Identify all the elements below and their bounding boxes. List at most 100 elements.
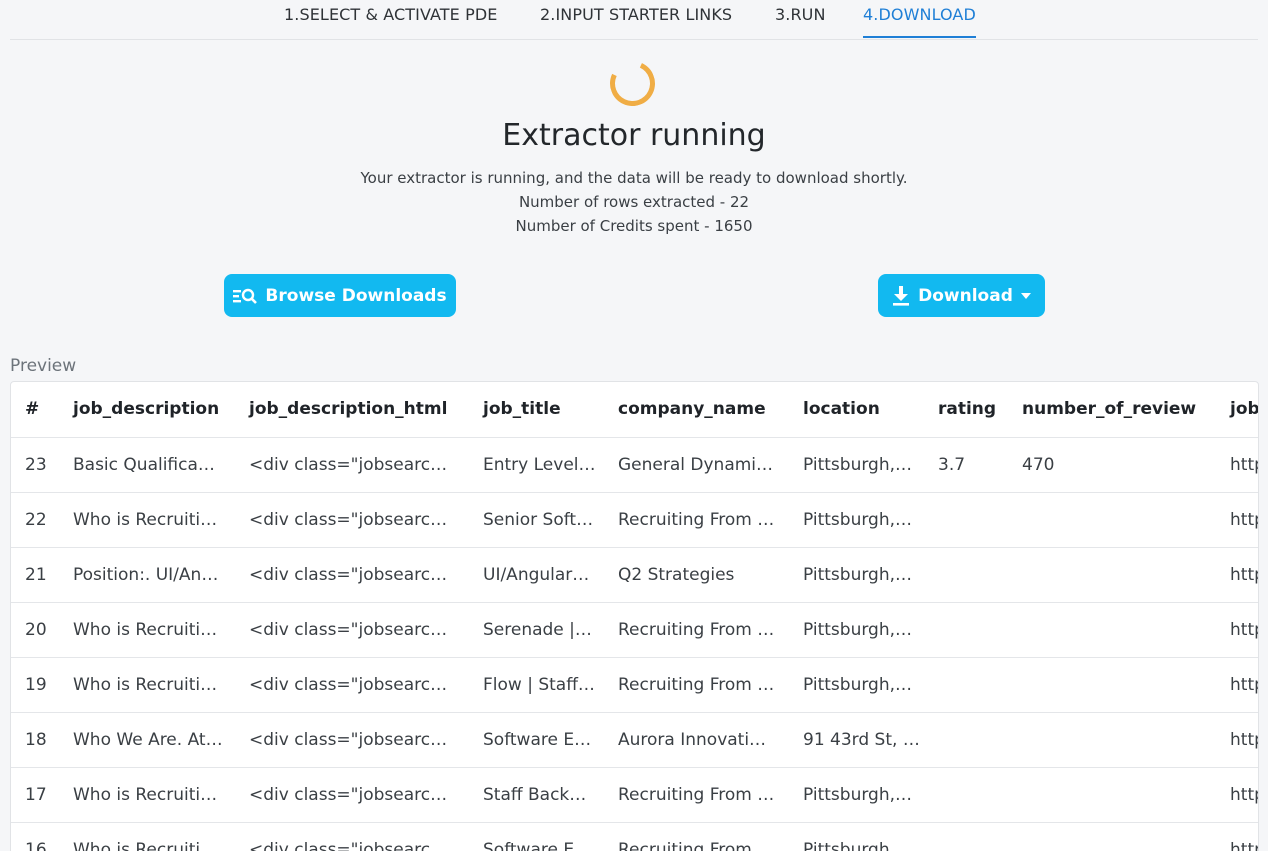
table-row[interactable]: 22 Who is Recruiti… <div class="jobsearc… S… — [11, 491, 1258, 547]
table-cell: 17 — [11, 766, 59, 822]
rows-extracted-text: Number of rows extracted - 22 — [518, 193, 750, 211]
download-button[interactable]: Download — [878, 274, 1045, 317]
table-cell: Pittsburgh,… — [789, 821, 924, 851]
table-cell: http — [1216, 766, 1258, 822]
table-cell: 16 — [11, 821, 59, 851]
table-cell: 91 43rd St, … — [789, 711, 924, 767]
table-cell — [924, 546, 1008, 602]
table-cell: http — [1216, 491, 1258, 547]
table-cell: Recruiting From … — [604, 601, 789, 657]
table-cell: <div class="jobsearc… — [235, 436, 469, 492]
page: 1.SELECT & ACTIVATE PDE 2.INPUT STARTER … — [0, 0, 1268, 851]
table-cell: Software E… — [469, 711, 604, 767]
list-search-icon — [233, 287, 258, 305]
table-cell — [1008, 766, 1216, 822]
table-cell — [1008, 711, 1216, 767]
table-cell: Flow | Staff… — [469, 656, 604, 712]
wizard-steps: 1.SELECT & ACTIVATE PDE 2.INPUT STARTER … — [10, 0, 1258, 40]
table-cell: 3.7 — [924, 436, 1008, 492]
download-icon — [892, 285, 910, 306]
column-header: number_of_review — [1022, 399, 1197, 420]
table-cell: <div class="jobsearc… — [235, 491, 469, 547]
table-cell: Q2 Strategies — [604, 546, 789, 602]
table-cell: UI/Angular… — [469, 546, 604, 602]
table-cell: <div class="jobsearc… — [235, 656, 469, 712]
column-header: job — [1230, 399, 1259, 420]
table-cell: 20 — [11, 601, 59, 657]
table-cell: Recruiting From … — [604, 821, 789, 851]
table-cell: 19 — [11, 656, 59, 712]
table-cell: Pittsburgh,… — [789, 436, 924, 492]
table-cell: 22 — [11, 491, 59, 547]
column-header: job_description — [73, 399, 220, 420]
table-cell — [1008, 546, 1216, 602]
table-cell: Pittsburgh,… — [789, 491, 924, 547]
table-cell — [1008, 821, 1216, 851]
table-cell: Who is Recruiti… — [59, 491, 235, 547]
table-cell: Basic Qualifica… — [59, 436, 235, 492]
table-row[interactable]: 18 Who We Are. At… <div class="jobsearc… So… — [11, 711, 1258, 767]
tab-select-activate-pde[interactable]: 1.SELECT & ACTIVATE PDE — [284, 5, 497, 25]
table-cell: Senior Soft… — [469, 491, 604, 547]
table-cell: <div class="jobsearc… — [235, 546, 469, 602]
table-cell: http — [1216, 711, 1258, 767]
tab-download[interactable]: 4.DOWNLOAD — [863, 5, 976, 38]
table-cell: Recruiting From … — [604, 491, 789, 547]
status-title: Extractor running — [502, 118, 766, 153]
table-cell: Position:. UI/An… — [59, 546, 235, 602]
table-cell — [924, 491, 1008, 547]
table-cell: General Dynami… — [604, 436, 789, 492]
column-header: # — [25, 399, 40, 420]
table-cell: Pittsburgh,… — [789, 601, 924, 657]
table-cell: <div class="jobsearc… — [235, 601, 469, 657]
table-cell: http — [1216, 656, 1258, 712]
table-cell: 18 — [11, 711, 59, 767]
table-cell: http — [1216, 546, 1258, 602]
column-header: company_name — [618, 399, 766, 420]
preview-table: # job_description job_description_html j… — [10, 381, 1259, 851]
table-row[interactable]: 23 Basic Qualifica… <div class="jobsearc… E… — [11, 436, 1258, 492]
column-header: rating — [938, 399, 997, 420]
table-cell — [924, 711, 1008, 767]
table-cell — [924, 601, 1008, 657]
preview-label: Preview — [10, 356, 77, 376]
table-cell: Pittsburgh,… — [789, 766, 924, 822]
table-row[interactable]: 16 Who is Recruiti… <div class="jobsearc… S… — [11, 821, 1258, 851]
table-row[interactable]: 20 Who is Recruiti… <div class="jobsearc… S… — [11, 601, 1258, 657]
status-message: Your extractor is running, and the data … — [360, 169, 908, 187]
table-cell: 21 — [11, 546, 59, 602]
table-row[interactable]: 19 Who is Recruiti… <div class="jobsearc… F… — [11, 656, 1258, 712]
table-cell: http — [1216, 436, 1258, 492]
browse-downloads-button[interactable]: Browse Downloads — [224, 274, 456, 317]
table-cell: Aurora Innovati… — [604, 711, 789, 767]
tab-input-starter-links[interactable]: 2.INPUT STARTER LINKS — [540, 5, 732, 25]
table-cell — [924, 821, 1008, 851]
table-cell: http — [1216, 601, 1258, 657]
table-row[interactable]: 17 Who is Recruiti… <div class="jobsearc… S… — [11, 766, 1258, 822]
table-cell: 23 — [11, 436, 59, 492]
table-cell: Who is Recruiti… — [59, 601, 235, 657]
table-cell: http — [1216, 821, 1258, 851]
table-cell: Who is Recruiti… — [59, 656, 235, 712]
table-cell: Recruiting From … — [604, 656, 789, 712]
column-header: location — [803, 399, 880, 420]
tab-run[interactable]: 3.RUN — [775, 5, 826, 25]
browse-downloads-label: Browse Downloads — [265, 285, 447, 306]
table-cell — [1008, 491, 1216, 547]
table-cell: Pittsburgh,… — [789, 656, 924, 712]
table-cell: Pittsburgh,… — [789, 546, 924, 602]
table-cell: <div class="jobsearc… — [235, 766, 469, 822]
table-cell: Who We Are. At… — [59, 711, 235, 767]
table-cell: Entry Level… — [469, 436, 604, 492]
table-cell: <div class="jobsearc… — [235, 821, 469, 851]
table-cell: <div class="jobsearc… — [235, 711, 469, 767]
column-header: job_description_html — [249, 399, 448, 420]
loading-spinner-icon — [603, 54, 662, 113]
table-cell: Software E… — [469, 821, 604, 851]
table-cell: Who is Recruiti… — [59, 766, 235, 822]
credits-spent-text: Number of Credits spent - 1650 — [515, 217, 753, 235]
table-cell: Staff Back… — [469, 766, 604, 822]
table-row[interactable]: 21 Position:. UI/An… <div class="jobsearc…… — [11, 546, 1258, 602]
table-header-row: # job_description job_description_html j… — [11, 382, 1259, 437]
table-cell: Serenade |… — [469, 601, 604, 657]
